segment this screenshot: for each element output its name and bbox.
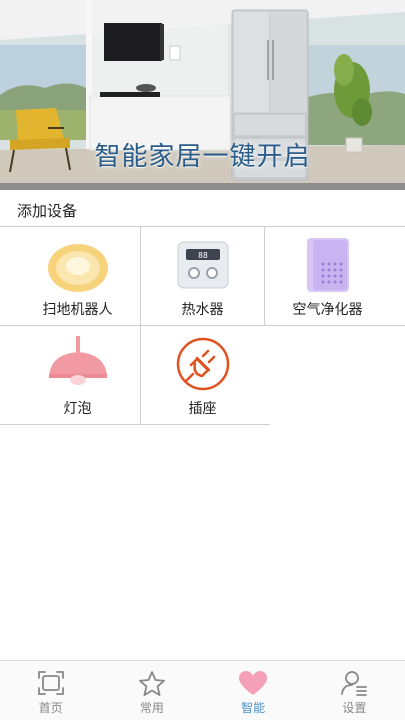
tab-label: 智能 (241, 701, 266, 715)
water-heater-icon: 88 (177, 241, 228, 289)
star-icon (138, 671, 165, 696)
robot-vacuum-icon (47, 244, 108, 292)
device-socket[interactable]: 插座 (135, 325, 270, 424)
section-title-add-device: 添加设备 (17, 202, 78, 220)
home-frame-icon (37, 671, 64, 695)
user-settings-icon (341, 671, 368, 696)
hero-banner: 智能家居一键开启 (0, 0, 405, 190)
air-purifier-icon (306, 238, 349, 292)
grid-divider (0, 424, 270, 425)
tab-smart[interactable]: 智能 (203, 661, 304, 720)
plug-icon (176, 337, 229, 391)
device-water-heater[interactable]: 88 热水器 (135, 226, 270, 325)
device-label: 扫地机器人 (42, 302, 113, 318)
device-grid: 扫地机器人 88 热水器 空气净化器 灯泡 插座 (0, 226, 405, 425)
svg-text:88: 88 (198, 251, 208, 260)
device-lamp[interactable]: 灯泡 (10, 325, 145, 424)
tab-label: 首页 (38, 701, 63, 715)
bottom-tab-bar: 首页 常用 智能 设置 (0, 660, 405, 720)
device-robot-vacuum[interactable]: 扫地机器人 (10, 226, 145, 325)
tab-favorites[interactable]: 常用 (101, 661, 202, 720)
device-label: 插座 (188, 401, 217, 417)
tab-label: 常用 (139, 701, 164, 715)
device-label: 灯泡 (63, 401, 92, 417)
tab-home[interactable]: 首页 (0, 661, 101, 720)
pendant-lamp-icon (48, 336, 107, 385)
heart-icon (239, 671, 268, 695)
device-label: 空气净化器 (292, 302, 363, 318)
device-air-purifier[interactable]: 空气净化器 (260, 226, 395, 325)
tab-settings[interactable]: 设置 (304, 661, 405, 720)
banner-title: 智能家居一键开启 (94, 142, 311, 172)
device-label: 热水器 (181, 302, 224, 318)
tab-label: 设置 (342, 701, 367, 715)
